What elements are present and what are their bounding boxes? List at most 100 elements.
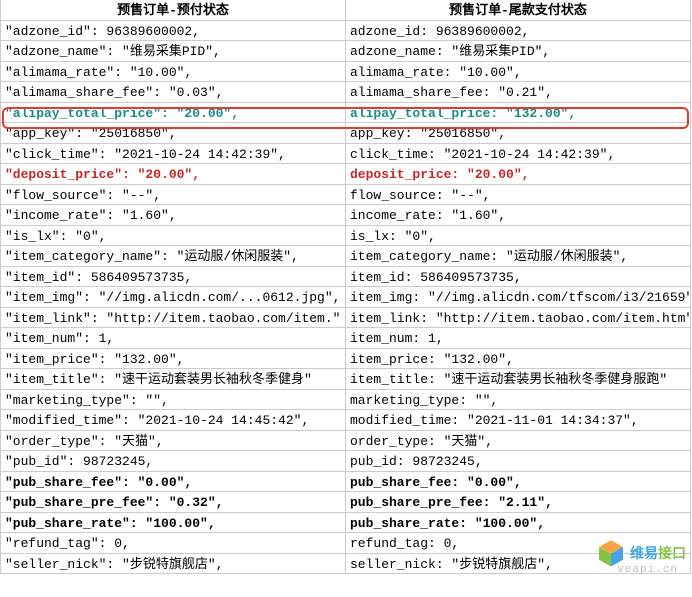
json-line: "alipay_total_price": "20.00", bbox=[5, 106, 239, 121]
table-row: "pub_share_pre_fee": "0.32", bbox=[1, 492, 345, 513]
table-row: "item_title": "速干运动套装男长袖秋冬季健身" bbox=[1, 369, 345, 390]
json-line: "pub_share_fee": "0.00", bbox=[5, 475, 192, 490]
table-row: pub_share_fee: "0.00", bbox=[346, 472, 690, 493]
table-row: "item_category_name": "运动服/休闲服装", bbox=[1, 246, 345, 267]
json-line: seller_nick: "步锐特旗舰店", bbox=[350, 557, 553, 572]
table-row: "item_num": 1, bbox=[1, 328, 345, 349]
table-row: "item_link": "http://item.taobao.com/ite… bbox=[1, 308, 345, 329]
json-line: "pub_share_rate": "100.00", bbox=[5, 516, 216, 531]
table-row: "order_type": "天猫", bbox=[1, 431, 345, 452]
table-row: item_link: "http://item.taobao.com/item.… bbox=[346, 308, 690, 329]
header-right: 预售订单-尾款支付状态 bbox=[346, 0, 690, 21]
table-row: flow_source: "--", bbox=[346, 185, 690, 206]
json-line: deposit_price: "20.00", bbox=[350, 167, 529, 182]
table-row: "alimama_rate": "10.00", bbox=[1, 62, 345, 83]
json-line: pub_share_fee: "0.00", bbox=[350, 475, 522, 490]
json-line: "item_id": 586409573735, bbox=[5, 270, 192, 285]
table-row: "is_lx": "0", bbox=[1, 226, 345, 247]
json-line: modified_time: "2021-11-01 14:34:37", bbox=[350, 413, 639, 428]
column-left: 预售订单-预付状态 "adzone_id": 96389600002, "adzo… bbox=[1, 0, 346, 574]
json-line: "modified_time": "2021-10-24 14:45:42", bbox=[5, 413, 309, 428]
json-line: pub_id: 98723245, bbox=[350, 454, 483, 469]
table-row: marketing_type: "", bbox=[346, 390, 690, 411]
json-line: "refund_tag": 0, bbox=[5, 536, 130, 551]
json-line: item_id: 586409573735, bbox=[350, 270, 522, 285]
table-row: item_category_name: "运动服/休闲服装", bbox=[346, 246, 690, 267]
table-row: "pub_id": 98723245, bbox=[1, 451, 345, 472]
table-row: "deposit_price": "20.00", bbox=[1, 164, 345, 185]
json-line: flow_source: "--", bbox=[350, 188, 490, 203]
json-line: "income_rate": "1.60", bbox=[5, 208, 177, 223]
json-line: "item_title": "速干运动套装男长袖秋冬季健身" bbox=[5, 372, 312, 387]
json-line: item_title: "速干运动套装男长袖秋冬季健身服跑" bbox=[350, 372, 667, 387]
json-line: "adzone_name": "维易采集PID", bbox=[5, 44, 221, 59]
watermark-text-1: 维易 bbox=[630, 543, 658, 563]
table-row: deposit_price: "20.00", bbox=[346, 164, 690, 185]
header-left: 预售订单-预付状态 bbox=[1, 0, 345, 21]
table-row: "item_price": "132.00", bbox=[1, 349, 345, 370]
json-line: pub_share_rate: "100.00", bbox=[350, 516, 545, 531]
table-row: alimama_share_fee: "0.21", bbox=[346, 82, 690, 103]
json-line: alimama_share_fee: "0.21", bbox=[350, 85, 553, 100]
json-line: item_link: "http://item.taobao.com/item.… bbox=[350, 311, 690, 326]
table-row: "modified_time": "2021-10-24 14:45:42", bbox=[1, 410, 345, 431]
table-row: app_key: "25016850", bbox=[346, 123, 690, 144]
table-row: pub_id: 98723245, bbox=[346, 451, 690, 472]
json-line: is_lx: "0", bbox=[350, 229, 436, 244]
table-row: "pub_share_rate": "100.00", bbox=[1, 513, 345, 534]
json-line: "item_img": "//img.alicdn.com/...0612.jp… bbox=[5, 290, 340, 305]
json-line: "alimama_rate": "10.00", bbox=[5, 65, 192, 80]
json-line: "item_category_name": "运动服/休闲服装", bbox=[5, 249, 299, 264]
json-line: "item_link": "http://item.taobao.com/ite… bbox=[5, 311, 340, 326]
json-line: "is_lx": "0", bbox=[5, 229, 106, 244]
table-row: alipay_total_price: "132.00", bbox=[346, 103, 690, 124]
json-line: "item_num": 1, bbox=[5, 331, 114, 346]
json-line: app_key: "25016850", bbox=[350, 126, 506, 141]
json-line: "app_key": "25016850", bbox=[5, 126, 177, 141]
json-line: "marketing_type": "", bbox=[5, 393, 169, 408]
table-row: item_img: "//img.alicdn.com/tfscom/i3/21… bbox=[346, 287, 690, 308]
table-row: adzone_name: "维易采集PID", bbox=[346, 41, 690, 62]
json-line: "pub_id": 98723245, bbox=[5, 454, 153, 469]
table-row: "seller_nick": "步锐特旗舰店", bbox=[1, 554, 345, 575]
table-row: "alipay_total_price": "20.00", bbox=[1, 103, 345, 124]
table-row: is_lx: "0", bbox=[346, 226, 690, 247]
json-line: "order_type": "天猫", bbox=[5, 434, 164, 449]
table-row: alimama_rate: "10.00", bbox=[346, 62, 690, 83]
table-row: "click_time": "2021-10-24 14:42:39", bbox=[1, 144, 345, 165]
table-row: item_num: 1, bbox=[346, 328, 690, 349]
table-row: "adzone_id": 96389600002, bbox=[1, 21, 345, 42]
table-row: income_rate: "1.60", bbox=[346, 205, 690, 226]
table-row: "marketing_type": "", bbox=[1, 390, 345, 411]
watermark-logo: 维易 接口 veapi.cn bbox=[596, 538, 686, 568]
json-line: "alimama_share_fee": "0.03", bbox=[5, 85, 223, 100]
json-line: item_category_name: "运动服/休闲服装", bbox=[350, 249, 628, 264]
table-row: "item_img": "//img.alicdn.com/...0612.jp… bbox=[1, 287, 345, 308]
table-row: item_price: "132.00", bbox=[346, 349, 690, 370]
table-row: "item_id": 586409573735, bbox=[1, 267, 345, 288]
json-line: item_num: 1, bbox=[350, 331, 444, 346]
watermark-text-2: 接口 bbox=[658, 543, 686, 563]
comparison-table: 预售订单-预付状态 "adzone_id": 96389600002, "adzo… bbox=[0, 0, 692, 574]
table-row: adzone_id: 96389600002, bbox=[346, 21, 690, 42]
json-line: click_time: "2021-10-24 14:42:39", bbox=[350, 147, 615, 162]
json-line: item_price: "132.00", bbox=[350, 352, 514, 367]
table-row: pub_share_rate: "100.00", bbox=[346, 513, 690, 534]
table-row: "alimama_share_fee": "0.03", bbox=[1, 82, 345, 103]
watermark-domain: veapi.cn bbox=[617, 564, 678, 576]
column-right: 预售订单-尾款支付状态 adzone_id: 96389600002, adzon… bbox=[346, 0, 691, 574]
json-line: pub_share_pre_fee: "2.11", bbox=[350, 495, 553, 510]
document-root: 预售订单-预付状态 "adzone_id": 96389600002, "adzo… bbox=[0, 0, 692, 574]
json-line: "deposit_price": "20.00", bbox=[5, 167, 200, 182]
table-row: item_title: "速干运动套装男长袖秋冬季健身服跑" bbox=[346, 369, 690, 390]
table-row: pub_share_pre_fee: "2.11", bbox=[346, 492, 690, 513]
json-line: item_img: "//img.alicdn.com/tfscom/i3/21… bbox=[350, 290, 690, 305]
json-line: "pub_share_pre_fee": "0.32", bbox=[5, 495, 223, 510]
json-line: "item_price": "132.00", bbox=[5, 352, 184, 367]
table-row: "adzone_name": "维易采集PID", bbox=[1, 41, 345, 62]
json-line: adzone_name: "维易采集PID", bbox=[350, 44, 550, 59]
json-line: marketing_type: "", bbox=[350, 393, 498, 408]
json-line: refund_tag: 0, bbox=[350, 536, 459, 551]
table-row: "income_rate": "1.60", bbox=[1, 205, 345, 226]
table-row: "flow_source": "--", bbox=[1, 185, 345, 206]
